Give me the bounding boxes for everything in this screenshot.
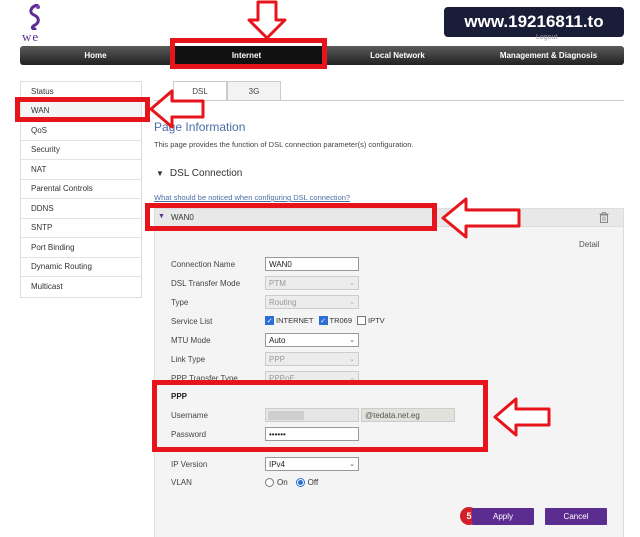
wan-name: WAN0 (171, 213, 194, 222)
page-description: This page provides the function of DSL c… (154, 140, 414, 149)
type-select[interactable]: Routing ⌄ (265, 295, 359, 309)
iptv-checkbox[interactable] (357, 316, 367, 325)
sidebar-item-nat[interactable]: NAT (21, 160, 141, 180)
ppp-transfer-type-label: PPP Transfer Type (171, 374, 238, 383)
internet-checkbox[interactable]: ✓ (265, 316, 274, 325)
connection-name-label: Connection Name (171, 260, 236, 269)
dsl-transfer-mode-value: PTM (269, 278, 286, 288)
main-nav: Home Internet Local Network Management &… (20, 46, 624, 65)
sidebar-item-multicast[interactable]: Multicast (21, 277, 141, 297)
nav-management-diagnosis[interactable]: Management & Diagnosis (473, 46, 624, 65)
collapse-triangle-icon: ▼ (156, 169, 164, 178)
connection-name-input[interactable]: WAN0 (265, 257, 359, 271)
iptv-checkbox-label: IPTV (368, 316, 385, 325)
tab-dsl[interactable]: DSL (173, 81, 227, 100)
nav-home[interactable]: Home (20, 46, 171, 65)
wan-panel: ▼ WAN0 Detail Connection Name WAN0 DSL T… (154, 208, 624, 537)
sidebar-item-status[interactable]: Status (21, 82, 141, 102)
mtu-mode-value: Auto (269, 335, 286, 345)
vlan-options: On Off (265, 478, 326, 487)
chevron-down-icon: ⌄ (349, 337, 355, 344)
username-label: Username (171, 411, 208, 420)
tr069-checkbox-label: TR069 (329, 316, 353, 325)
ppp-transfer-type-value: PPPoE (269, 373, 295, 383)
page-title: Page Information (154, 120, 246, 134)
connection-tabs: DSL 3G (173, 81, 281, 100)
mtu-mode-label: MTU Mode (171, 336, 211, 345)
vlan-label: VLAN (171, 478, 192, 487)
chevron-down-icon: ⌄ (349, 356, 355, 363)
sidebar-item-dynamic-routing[interactable]: Dynamic Routing (21, 258, 141, 277)
redacted-username (268, 411, 304, 420)
sidebar-item-ddns[interactable]: DDNS (21, 199, 141, 219)
username-domain: @tedata.net.eg (361, 408, 455, 422)
sidebar-item-wan[interactable]: WAN (21, 101, 141, 121)
tab-divider (154, 100, 624, 101)
chevron-down-icon: ⌄ (349, 461, 355, 468)
chevron-down-icon: ⌄ (349, 299, 355, 306)
ppp-section-title: PPP (171, 392, 188, 401)
link-type-value: PPP (269, 354, 286, 364)
mtu-mode-select[interactable]: Auto ⌄ (265, 333, 359, 347)
sidebar-item-parental-controls[interactable]: Parental Controls (21, 180, 141, 199)
sidebar: Status WAN QoS Security NAT Parental Con… (20, 81, 142, 298)
ip-version-value: IPv4 (269, 459, 286, 469)
chevron-down-icon: ⌄ (349, 375, 355, 382)
we-logo-text: we (22, 29, 40, 44)
service-list-options: ✓ INTERNET ✓ TR069 IPTV (265, 316, 390, 325)
wan-header[interactable]: ▼ WAN0 (155, 209, 623, 227)
sidebar-item-qos[interactable]: QoS (21, 121, 141, 141)
expand-triangle-icon: ▼ (158, 213, 165, 220)
vlan-off-radio[interactable] (295, 478, 305, 487)
dsl-transfer-mode-select[interactable]: PTM ⌄ (265, 276, 359, 290)
service-list-label: Service List (171, 317, 213, 326)
ip-version-select[interactable]: IPv4 ⌄ (265, 457, 359, 471)
cancel-button[interactable]: Cancel (545, 508, 607, 525)
sidebar-item-port-binding[interactable]: Port Binding (21, 238, 141, 258)
type-value: Routing (269, 297, 297, 307)
sidebar-item-sntp[interactable]: SNTP (21, 219, 141, 238)
trash-icon[interactable] (599, 212, 609, 223)
password-label: Password (171, 430, 207, 439)
chevron-down-icon: ⌄ (349, 280, 355, 287)
vlan-off-label: Off (307, 478, 319, 487)
sidebar-item-security[interactable]: Security (21, 141, 141, 160)
link-type-label: Link Type (171, 355, 206, 364)
logout-link[interactable]: Logout (536, 34, 557, 41)
apply-button[interactable]: Apply (472, 508, 534, 525)
nav-local-network[interactable]: Local Network (322, 46, 473, 65)
vlan-on-radio[interactable] (265, 478, 274, 487)
dsl-transfer-mode-label: DSL Transfer Mode (171, 279, 241, 288)
vlan-on-label: On (277, 478, 288, 487)
username-input[interactable] (265, 408, 359, 422)
type-label: Type (171, 298, 189, 307)
we-logo-mark-icon (29, 4, 40, 30)
watermark-banner: www.19216811.to (444, 7, 624, 37)
arrow-down-icon (247, 0, 287, 40)
section-title[interactable]: ▼ DSL Connection (156, 168, 242, 179)
ppp-transfer-type-select[interactable]: PPPoE ⌄ (265, 371, 359, 385)
password-input[interactable]: •••••• (265, 427, 359, 441)
tab-3g[interactable]: 3G (227, 81, 281, 100)
notice-link[interactable]: What should be noticed when configuring … (154, 193, 350, 202)
ip-version-label: IP Version (171, 460, 208, 469)
nav-internet[interactable]: Internet (171, 46, 322, 65)
detail-link[interactable]: Detail (579, 240, 599, 249)
tr069-checkbox[interactable]: ✓ (318, 316, 328, 325)
internet-checkbox-label: INTERNET (276, 316, 314, 325)
link-type-select[interactable]: PPP ⌄ (265, 352, 359, 366)
section-title-text: DSL Connection (169, 168, 243, 179)
we-logo: we (20, 4, 50, 44)
